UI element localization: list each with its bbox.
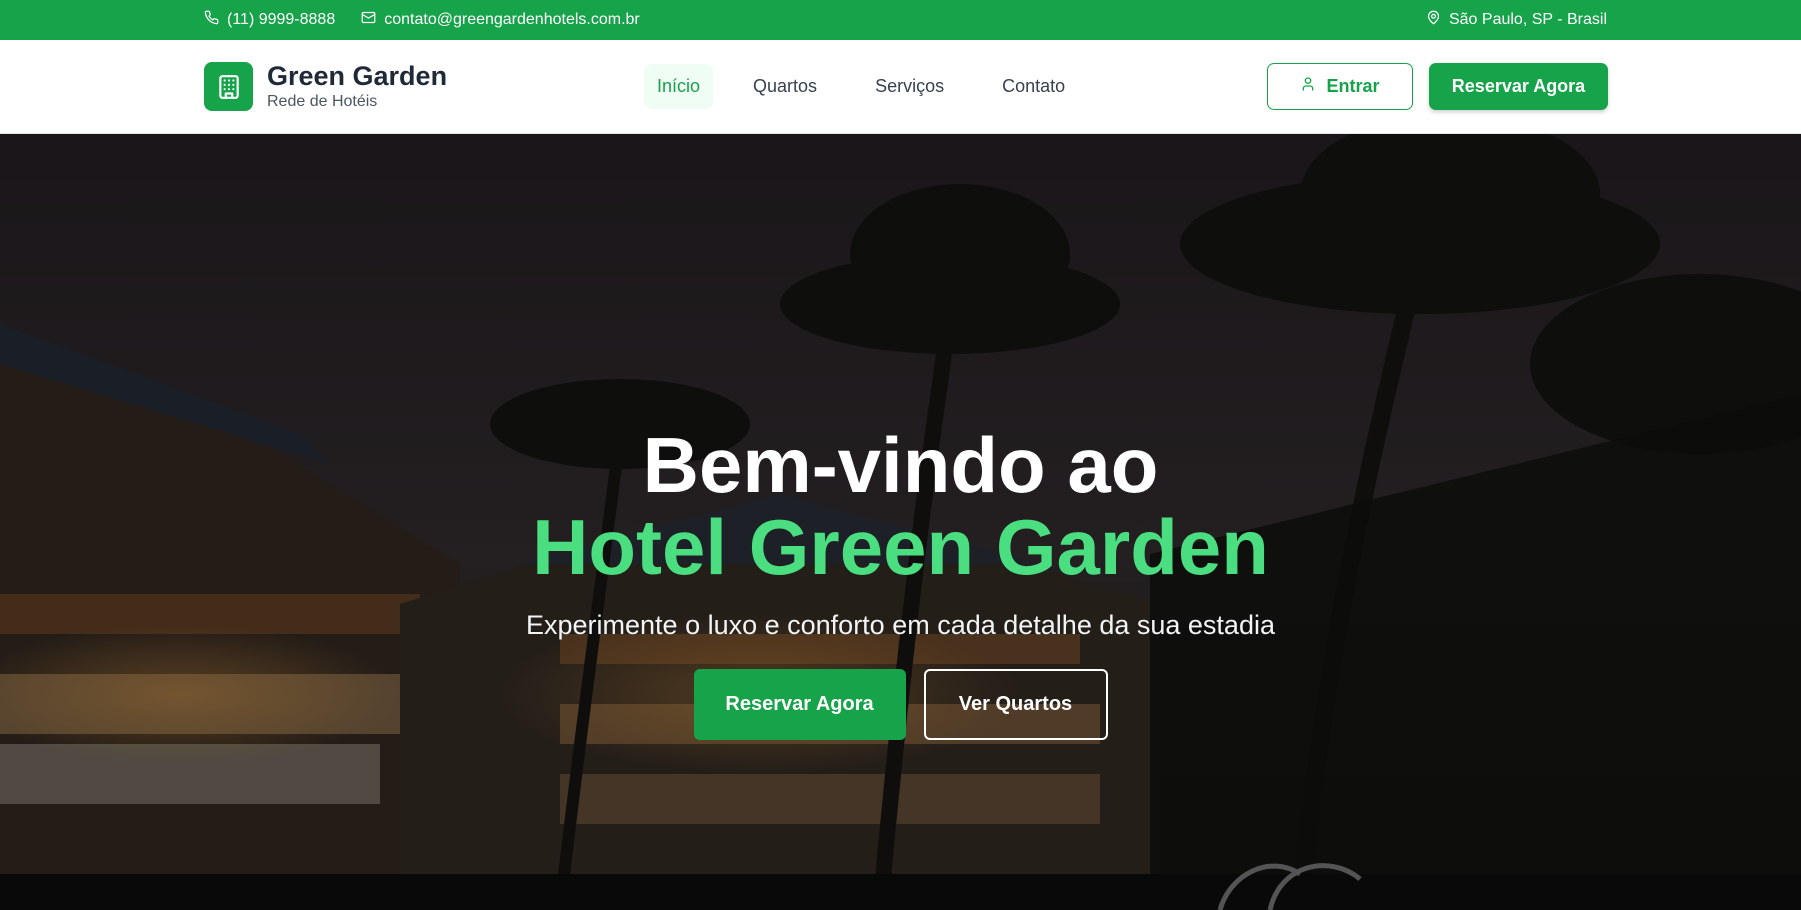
nav-item-quartos[interactable]: Quartos <box>735 64 835 109</box>
brand-name: Green Garden <box>267 60 448 91</box>
hero-book-now-button[interactable]: Reservar Agora <box>693 669 906 740</box>
phone-icon <box>204 10 219 30</box>
user-icon <box>1300 76 1316 97</box>
login-label: Entrar <box>1326 76 1380 96</box>
header-actions: Entrar Reservar Agora <box>1267 63 1608 110</box>
brand-text: Green Garden Rede de Hotéis <box>267 60 448 112</box>
nav-item-inicio[interactable]: Início <box>644 64 714 109</box>
location-text: São Paulo, SP - Brasil <box>1448 11 1607 28</box>
hero-content: Bem-vindo ao Hotel Green Garden Experime… <box>0 424 1801 740</box>
top-contact-bar: (11) 9999-8888 contato@greengardenhotels… <box>0 0 1801 40</box>
hero-subtitle: Experimente o luxo e conforto em cada de… <box>526 610 1275 640</box>
nav-item-servicos[interactable]: Serviços <box>857 64 962 109</box>
main-header-inner: Green Garden Rede de Hotéis Início Quart… <box>204 40 1608 133</box>
brand-tagline: Rede de Hotéis <box>267 93 378 111</box>
nav-item-contato[interactable]: Contato <box>984 64 1083 109</box>
hero-section: Bem-vindo ao Hotel Green Garden Experime… <box>0 134 1801 910</box>
contact-info-group: (11) 9999-8888 contato@greengardenhotels… <box>204 10 640 30</box>
hero-title: Bem-vindo ao Hotel Green Garden <box>0 424 1801 588</box>
top-contact-bar-inner: (11) 9999-8888 contato@greengardenhotels… <box>204 0 1607 40</box>
login-button[interactable]: Entrar <box>1267 63 1413 110</box>
building-icon <box>204 62 253 111</box>
brand-home-link[interactable]: Green Garden Rede de Hotéis <box>204 60 644 112</box>
email-text: contato@greengardenhotels.com.br <box>384 11 640 28</box>
hero-view-rooms-button[interactable]: Ver Quartos <box>923 669 1108 740</box>
book-now-header-button[interactable]: Reservar Agora <box>1429 63 1608 110</box>
phone-text: (11) 9999-8888 <box>227 11 336 28</box>
email-contact[interactable]: contato@greengardenhotels.com.br <box>361 10 640 30</box>
hero-title-line-1: Bem-vindo ao <box>642 421 1159 509</box>
main-header: Green Garden Rede de Hotéis Início Quart… <box>0 40 1801 134</box>
hero-buttons: Reservar Agora Ver Quartos <box>0 669 1801 740</box>
phone-contact[interactable]: (11) 9999-8888 <box>204 10 335 30</box>
hero-title-line-2: Hotel Green Garden <box>532 503 1269 591</box>
location-info: São Paulo, SP - Brasil <box>1426 10 1607 30</box>
map-pin-icon <box>1426 10 1441 30</box>
mail-icon <box>361 10 376 30</box>
main-nav: Início Quartos Serviços Contato <box>644 64 1083 109</box>
